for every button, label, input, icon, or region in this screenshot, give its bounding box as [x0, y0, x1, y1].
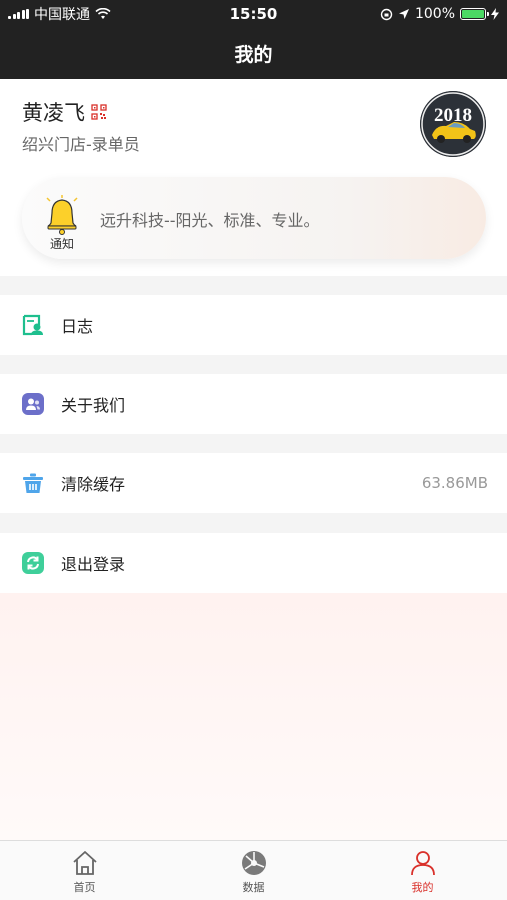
- page-title: 我的: [234, 44, 273, 66]
- signal-icon: [8, 9, 29, 19]
- menu-label: 退出登录: [61, 555, 126, 574]
- notice-card[interactable]: 通知 远升科技--阳光、标准、专业。: [22, 177, 486, 259]
- section-divider: [0, 355, 507, 374]
- menu-item-logout[interactable]: 退出登录: [0, 533, 507, 593]
- charging-icon: [491, 8, 499, 20]
- log-icon: [22, 314, 43, 336]
- tab-label: 首页: [73, 881, 96, 894]
- tab-mine[interactable]: 我的: [338, 841, 507, 900]
- home-icon: [72, 851, 97, 875]
- carrier-name: 中国联通: [34, 7, 90, 23]
- about-us-icon: [22, 393, 44, 415]
- qr-code-icon[interactable]: [91, 104, 107, 120]
- battery-icon: [460, 8, 489, 20]
- profile-section: 黄凌飞 绍兴门店-录单员 2018: [0, 79, 507, 171]
- user-icon: [410, 851, 435, 876]
- notice-text: 远升科技--阳光、标准、专业。: [100, 211, 320, 230]
- tab-data[interactable]: 数据: [169, 841, 338, 900]
- bell-icon: [46, 195, 78, 235]
- location-icon: [398, 9, 409, 19]
- notice-label: 通知: [49, 237, 74, 251]
- trash-icon: [23, 473, 43, 493]
- wifi-icon: [95, 8, 111, 19]
- menu-label: 关于我们: [61, 396, 126, 415]
- tab-label: 数据: [242, 881, 265, 894]
- notice-section: 通知 远升科技--阳光、标准、专业。: [0, 171, 507, 276]
- menu-label: 清除缓存: [61, 475, 126, 494]
- nav-bar: 我的: [0, 28, 507, 79]
- user-name: 黄凌飞: [22, 101, 85, 125]
- section-divider: [0, 276, 507, 295]
- menu-item-clear-cache[interactable]: 清除缓存 63.86MB: [0, 453, 507, 513]
- menu-item-about-us[interactable]: 关于我们: [0, 374, 507, 434]
- status-bar: 中国联通 15:50 100%: [0, 0, 507, 28]
- data-icon: [241, 851, 266, 875]
- logout-icon: [22, 552, 44, 574]
- empty-background: [0, 593, 507, 840]
- user-role: 绍兴门店-录单员: [22, 135, 140, 154]
- avatar-image: 2018: [420, 91, 486, 157]
- menu-item-log[interactable]: 日志: [0, 295, 507, 355]
- tab-label: 我的: [411, 881, 434, 894]
- menu-label: 日志: [61, 317, 94, 336]
- status-left: 中国联通: [8, 4, 111, 24]
- tab-bar: 首页 数据 我的: [0, 840, 507, 900]
- section-divider: [0, 434, 507, 453]
- rotation-lock-icon: [380, 8, 393, 20]
- battery-percent: 100%: [414, 6, 455, 22]
- cache-size: 63.86MB: [421, 474, 488, 492]
- section-divider: [0, 513, 507, 533]
- user-name-row: 黄凌飞: [22, 97, 107, 127]
- notice-badge: 通知: [40, 195, 84, 251]
- avatar[interactable]: 2018: [420, 91, 486, 157]
- status-right: 100%: [380, 6, 499, 22]
- tab-home[interactable]: 首页: [0, 841, 169, 900]
